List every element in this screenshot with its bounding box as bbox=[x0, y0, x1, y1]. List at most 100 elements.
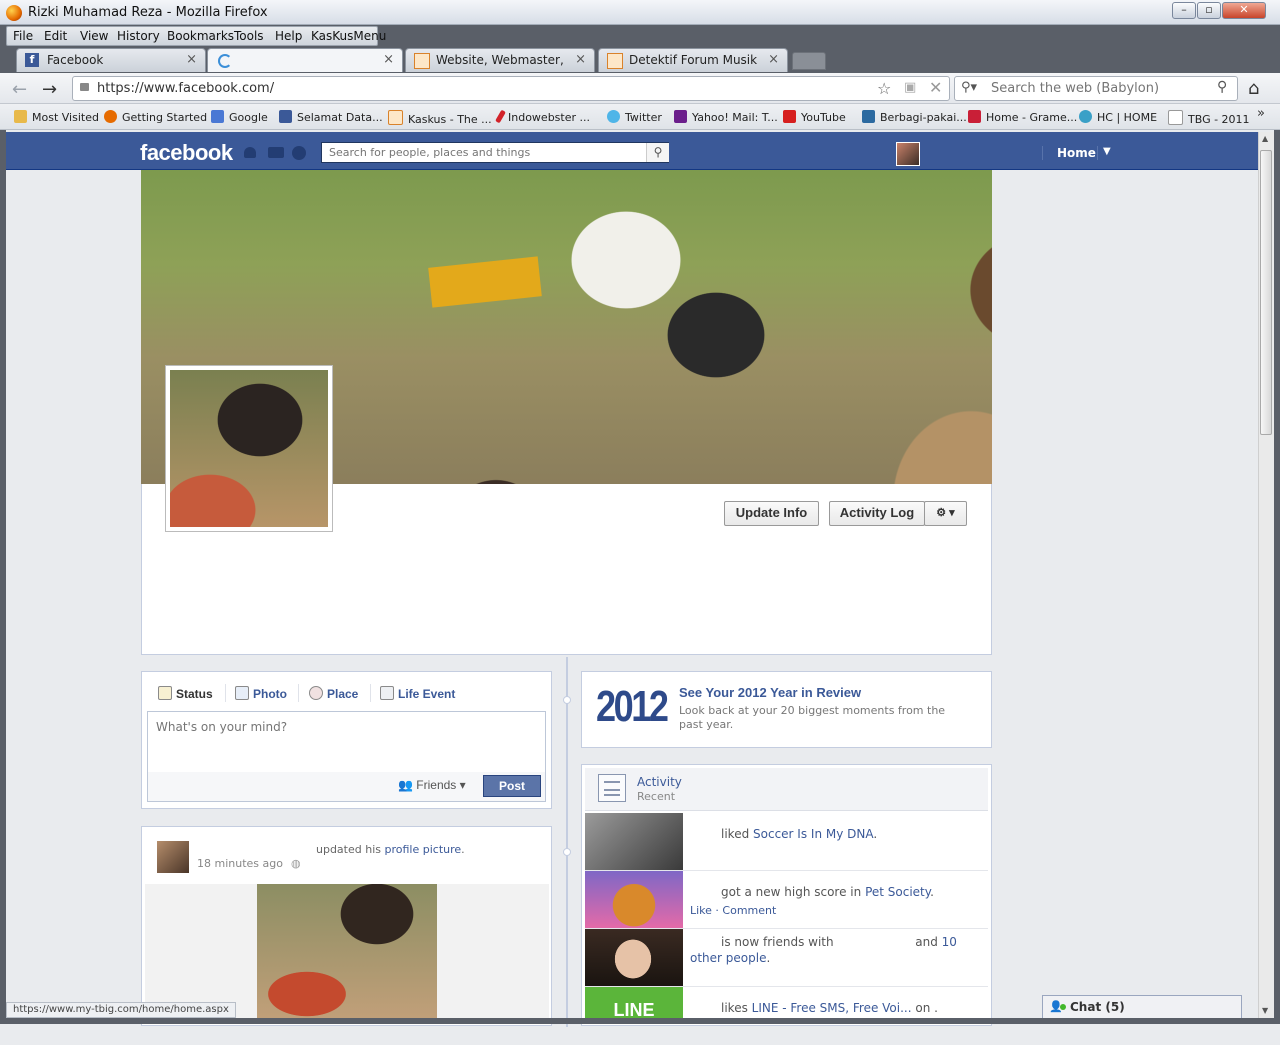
update-info-button[interactable]: Update Info bbox=[724, 501, 819, 526]
menu-help[interactable]: Help bbox=[275, 29, 302, 43]
bookmarks-overflow-icon[interactable]: » bbox=[1257, 106, 1265, 121]
tab-label: Website, Webmaster, Web... bbox=[436, 53, 564, 67]
kaskus-favicon-icon bbox=[607, 53, 623, 69]
activity-text: is now friends with and 10 other people. bbox=[690, 935, 957, 965]
story-avatar[interactable] bbox=[157, 841, 189, 873]
kaskus-icon bbox=[388, 110, 403, 125]
notifications-globe-icon[interactable] bbox=[292, 146, 306, 160]
maximize-button[interactable]: ▫ bbox=[1197, 2, 1221, 19]
facebook-logo[interactable]: facebook bbox=[140, 140, 233, 166]
bookmark-indowebster[interactable]: Indowebster ... bbox=[495, 109, 590, 124]
activity-link[interactable]: Pet Society bbox=[865, 885, 930, 899]
tab-facebook[interactable]: f Facebook × bbox=[16, 48, 206, 72]
activity-link[interactable]: Soccer Is In My DNA bbox=[753, 827, 873, 841]
scroll-down-arrow-icon[interactable]: ▼ bbox=[1262, 1006, 1268, 1015]
scroll-up-arrow-icon[interactable]: ▲ bbox=[1262, 134, 1268, 143]
line-app-thumbnail[interactable]: LINE bbox=[585, 987, 683, 1020]
activity-log-button[interactable]: Activity Log bbox=[829, 501, 925, 526]
home-link[interactable]: Home bbox=[1057, 146, 1096, 160]
minimize-button[interactable]: – bbox=[1172, 2, 1196, 19]
bookmark-yahoo-mail[interactable]: Yahoo! Mail: T... bbox=[674, 110, 778, 124]
menu-file[interactable]: File bbox=[13, 29, 33, 43]
divider bbox=[298, 684, 299, 702]
chat-label: Chat (5) bbox=[1070, 1000, 1125, 1014]
profile-avatar[interactable] bbox=[896, 142, 920, 166]
menu-kaskusmenu[interactable]: KasKusMenu bbox=[311, 29, 386, 43]
facebook-search-input[interactable] bbox=[327, 145, 641, 160]
composer-tab-status[interactable]: Status bbox=[158, 686, 213, 701]
activity-link[interactable]: LINE - Free SMS, Free Voi... bbox=[752, 1001, 912, 1015]
activity-thumbnail[interactable] bbox=[585, 813, 683, 870]
menu-edit[interactable]: Edit bbox=[44, 29, 67, 43]
tab-close-icon[interactable]: × bbox=[383, 52, 394, 67]
audience-selector[interactable]: 👥 Friends ▾ bbox=[398, 778, 466, 792]
review-title[interactable]: See Your 2012 Year in Review bbox=[679, 685, 861, 700]
bookmark-hc-home[interactable]: HC | HOME bbox=[1079, 110, 1157, 124]
tab-close-icon[interactable]: × bbox=[575, 52, 586, 67]
like-comment-links[interactable]: Like · Comment bbox=[690, 903, 980, 919]
menu-history[interactable]: History bbox=[117, 29, 160, 43]
bookmark-twitter[interactable]: Twitter bbox=[607, 110, 662, 124]
tab-loading[interactable]: × bbox=[207, 48, 403, 72]
bookmark-most-visited[interactable]: Most Visited bbox=[14, 110, 99, 124]
search-engine-icon[interactable]: ⚲▾ bbox=[961, 80, 977, 95]
bookmark-selamat-data[interactable]: Selamat Data... bbox=[279, 110, 383, 124]
menu-view[interactable]: View bbox=[80, 29, 108, 43]
life-event-book-icon bbox=[380, 686, 394, 700]
tab-detektif-forum[interactable]: Detektif Forum Musik 5 | an... × bbox=[598, 48, 788, 72]
bookmark-home-grame[interactable]: Home - Grame... bbox=[968, 110, 1077, 124]
url-text[interactable]: https://www.facebook.com/ bbox=[97, 81, 274, 96]
status-textbox[interactable] bbox=[147, 711, 546, 773]
profile-picture[interactable] bbox=[165, 365, 333, 532]
google-icon bbox=[211, 110, 224, 123]
feed-icon[interactable]: ▣ bbox=[904, 80, 916, 95]
menu-bookmarks[interactable]: Bookmarks bbox=[167, 29, 234, 43]
url-bar[interactable]: https://www.facebook.com/ ☆ ▣ ✕ bbox=[72, 76, 950, 101]
web-search-box[interactable]: ⚲▾ ⚲ bbox=[954, 76, 1238, 101]
bookmark-star-icon[interactable]: ☆ bbox=[877, 79, 891, 98]
menu-tools[interactable]: Tools bbox=[234, 29, 264, 43]
activity-title[interactable]: Activity bbox=[637, 775, 682, 789]
close-window-button[interactable]: ✕ bbox=[1222, 2, 1266, 19]
facebook-search-box[interactable]: ⚲ bbox=[321, 142, 669, 163]
composer-tab-place[interactable]: Place bbox=[309, 686, 358, 701]
back-arrow-icon[interactable]: ← bbox=[12, 79, 27, 100]
account-menu-chevron-icon[interactable]: ▼ bbox=[1103, 146, 1111, 157]
bookmark-kaskus[interactable]: Kaskus - The ... bbox=[388, 110, 492, 126]
divider bbox=[225, 684, 226, 702]
home-icon[interactable]: ⌂ bbox=[1248, 78, 1259, 99]
stop-icon[interactable]: ✕ bbox=[929, 78, 942, 97]
story-timestamp[interactable]: 18 minutes ago ◍ bbox=[197, 857, 301, 870]
activity-subtitle: Recent bbox=[637, 790, 676, 803]
tab-close-icon[interactable]: × bbox=[768, 52, 779, 67]
tab-label: Facebook bbox=[47, 53, 104, 67]
folder-icon bbox=[14, 110, 27, 123]
tab-close-icon[interactable]: × bbox=[186, 52, 197, 67]
search-icon[interactable]: ⚲ bbox=[646, 143, 669, 162]
bookmark-google[interactable]: Google bbox=[211, 110, 268, 124]
bookmark-tbg-2011[interactable]: TBG - 2011 bbox=[1168, 110, 1250, 126]
status-input[interactable] bbox=[154, 718, 538, 762]
friend-requests-icon[interactable] bbox=[244, 147, 256, 158]
bookmark-berbagi-pakai[interactable]: Berbagi-pakai... bbox=[862, 110, 967, 124]
bookmark-getting-started[interactable]: Getting Started bbox=[104, 110, 207, 124]
firefox-icon bbox=[6, 5, 22, 21]
composer-tab-photo[interactable]: Photo bbox=[235, 686, 287, 701]
activity-thumbnail[interactable] bbox=[585, 929, 683, 986]
new-tab-button[interactable] bbox=[792, 52, 826, 70]
settings-gear-dropdown-icon[interactable]: ⚙ ▾ bbox=[924, 501, 967, 526]
web-search-input[interactable] bbox=[989, 80, 1213, 97]
forward-arrow-icon[interactable]: → bbox=[42, 79, 57, 100]
story-photo[interactable] bbox=[257, 884, 437, 1024]
search-icon[interactable]: ⚲ bbox=[1217, 79, 1227, 95]
chat-bar[interactable]: 👤 Chat (5) bbox=[1042, 995, 1242, 1018]
bookmark-youtube[interactable]: YouTube bbox=[783, 110, 846, 124]
scrollbar-thumb[interactable] bbox=[1260, 150, 1272, 435]
composer-tab-life-event[interactable]: Life Event bbox=[380, 686, 455, 701]
tab-website-webmaster[interactable]: Website, Webmaster, Web... × bbox=[405, 48, 595, 72]
status-icon bbox=[158, 686, 172, 700]
profile-picture-link[interactable]: profile picture bbox=[385, 843, 462, 856]
messages-icon[interactable] bbox=[268, 147, 284, 158]
activity-thumbnail[interactable] bbox=[585, 871, 683, 928]
post-button[interactable]: Post bbox=[483, 775, 541, 797]
